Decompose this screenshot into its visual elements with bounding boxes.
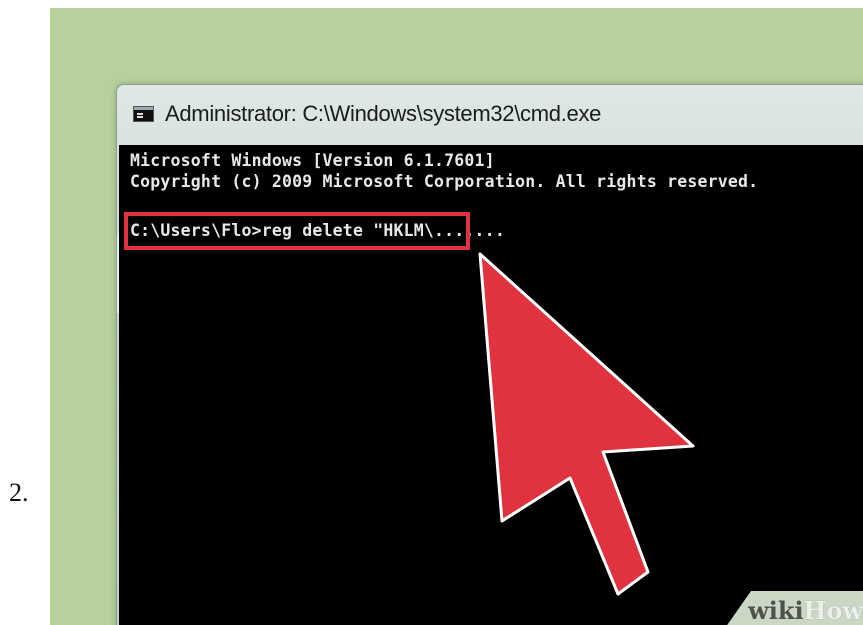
window-title-bar[interactable]: Administrator: C:\Windows\system32\cmd.e… — [117, 85, 863, 145]
window-title: Administrator: C:\Windows\system32\cmd.e… — [165, 101, 602, 126]
command-highlight-box — [124, 212, 470, 250]
wikihow-watermark: wikiHow — [748, 596, 863, 625]
console-area[interactable]: Microsoft Windows [Version 6.1.7601] Cop… — [119, 145, 863, 625]
cmd-window-icon[interactable] — [133, 106, 154, 122]
step-number: 2. — [9, 478, 29, 507]
cmd-window: Administrator: C:\Windows\system32\cmd.e… — [116, 84, 863, 625]
console-line-copyright: Copyright (c) 2009 Microsoft Corporation… — [130, 172, 759, 191]
console-line-version: Microsoft Windows [Version 6.1.7601] — [130, 151, 495, 170]
illustration: Administrator: C:\Windows\system32\cmd.e… — [50, 8, 863, 625]
